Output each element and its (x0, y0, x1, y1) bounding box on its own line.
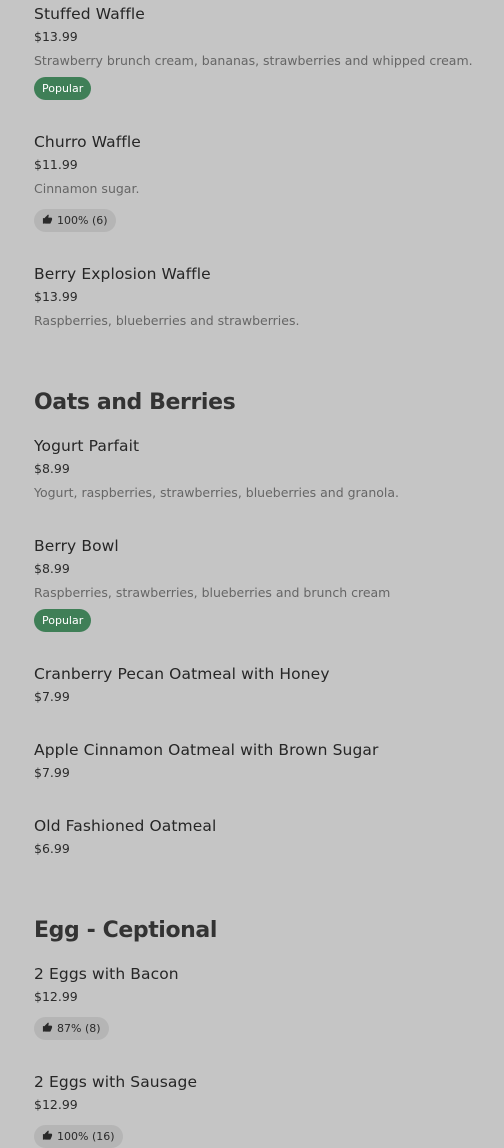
popular-badge: Popular (34, 609, 92, 632)
menu-item-stuffed-waffle[interactable]: Stuffed Waffle $13.99 Strawberry brunch … (34, 4, 484, 100)
rating-badge: 100% (6) (34, 209, 116, 232)
item-name: Old Fashioned Oatmeal (34, 817, 217, 835)
item-price: $12.99 (34, 989, 78, 1004)
item-price: $11.99 (34, 157, 78, 172)
thumbs-up-icon (42, 1129, 53, 1144)
item-name: Apple Cinnamon Oatmeal with Brown Sugar (34, 741, 379, 759)
thumbs-up-icon (42, 1021, 53, 1036)
item-price: $6.99 (34, 841, 70, 856)
menu-item-cranberry-pecan-oatmeal[interactable]: Cranberry Pecan Oatmeal with Honey $7.99 (34, 664, 484, 705)
rating-text: 100% (6) (57, 214, 108, 227)
item-price: $7.99 (34, 689, 70, 704)
menu-item-2-eggs-with-bacon[interactable]: 2 Eggs with Bacon $12.99 87% (8) (34, 964, 484, 1040)
menu-item-apple-cinnamon-oatmeal[interactable]: Apple Cinnamon Oatmeal with Brown Sugar … (34, 740, 484, 781)
rating-text: 87% (8) (57, 1022, 101, 1035)
section-title-oats-and-berries: Oats and Berries (34, 390, 236, 415)
section-title-egg-ceptional: Egg - Ceptional (34, 918, 218, 943)
thumbs-up-icon (42, 213, 53, 228)
item-name: Cranberry Pecan Oatmeal with Honey (34, 665, 330, 683)
item-description: Yogurt, raspberries, strawberries, blueb… (34, 485, 400, 500)
item-name: Berry Bowl (34, 537, 119, 555)
popular-badge: Popular (34, 77, 92, 100)
item-name: Yogurt Parfait (34, 437, 140, 455)
item-price: $13.99 (34, 289, 78, 304)
item-name: Churro Waffle (34, 133, 141, 151)
item-name: 2 Eggs with Sausage (34, 1073, 198, 1091)
menu-item-berry-explosion-waffle[interactable]: Berry Explosion Waffle $13.99 Raspberrie… (34, 264, 484, 329)
item-price: $12.99 (34, 1097, 78, 1112)
rating-badge: 87% (8) (34, 1017, 109, 1040)
menu-item-2-eggs-with-sausage[interactable]: 2 Eggs with Sausage $12.99 100% (16) (34, 1072, 484, 1148)
menu-item-berry-bowl[interactable]: Berry Bowl $8.99 Raspberries, strawberri… (34, 536, 484, 632)
menu-item-yogurt-parfait[interactable]: Yogurt Parfait $8.99 Yogurt, raspberries… (34, 436, 484, 501)
item-description: Cinnamon sugar. (34, 181, 140, 196)
rating-text: 100% (16) (57, 1130, 115, 1143)
item-description: Raspberries, strawberries, blueberries a… (34, 585, 391, 600)
menu-item-churro-waffle[interactable]: Churro Waffle $11.99 Cinnamon sugar. 100… (34, 132, 484, 232)
rating-badge: 100% (16) (34, 1125, 123, 1148)
item-price: $8.99 (34, 561, 70, 576)
item-description: Strawberry brunch cream, bananas, strawb… (34, 53, 473, 68)
menu-item-old-fashioned-oatmeal[interactable]: Old Fashioned Oatmeal $6.99 (34, 816, 484, 857)
item-description: Raspberries, blueberries and strawberrie… (34, 313, 300, 328)
item-name: Berry Explosion Waffle (34, 265, 211, 283)
item-price: $8.99 (34, 461, 70, 476)
item-name: 2 Eggs with Bacon (34, 965, 179, 983)
item-price: $7.99 (34, 765, 70, 780)
item-price: $13.99 (34, 29, 78, 44)
item-name: Stuffed Waffle (34, 5, 145, 23)
